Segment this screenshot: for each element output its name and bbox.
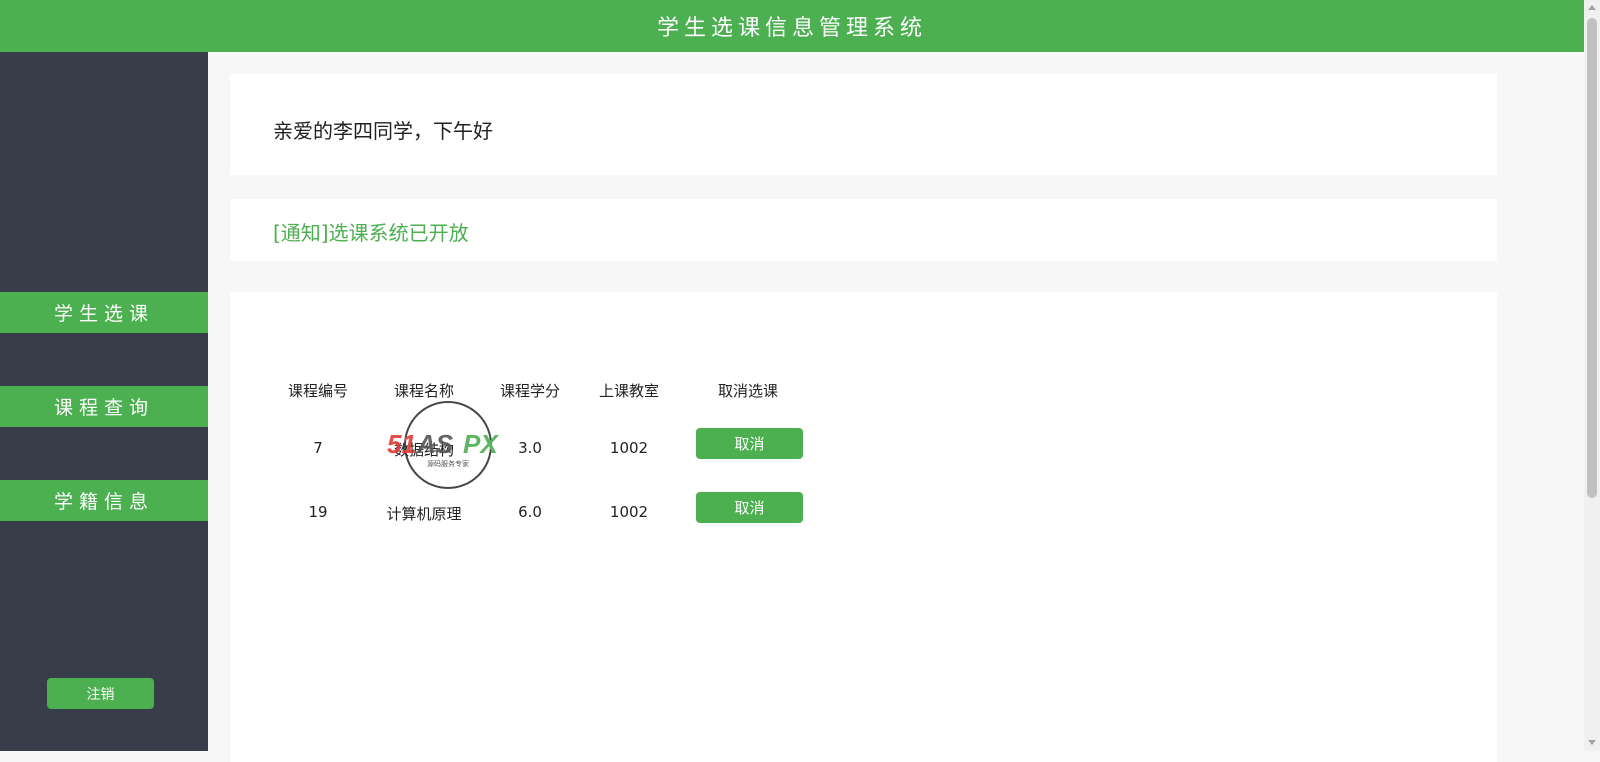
sidebar-item-student-status[interactable]: 学籍信息 [0,480,208,521]
svg-text:PX: PX [463,429,499,459]
column-header-course-id: 课程编号 [287,382,348,400]
notice-card: [通知]选课系统已开放 [230,199,1497,261]
svg-text:AS: AS [416,429,454,459]
cancel-course-button[interactable]: 取消 [696,492,803,523]
sidebar-item-course-query[interactable]: 课程查询 [0,386,208,427]
cell-classroom: 1002 [609,503,649,521]
course-table-card: 课程编号 课程名称 课程学分 上课教室 取消选课 7 数据结构 3.0 1002… [230,292,1497,762]
app-header: 学生选课信息管理系统 [0,0,1584,52]
cell-course-name: 计算机原理 [386,505,462,523]
main-content: 亲爱的李四同学，下午好 [通知]选课系统已开放 课程编号 课程名称 课程学分 上… [208,52,1584,762]
cell-credit: 6.0 [518,503,542,521]
vertical-scrollbar[interactable] [1584,0,1600,751]
scroll-thumb[interactable] [1587,18,1597,498]
greeting-card: 亲爱的李四同学，下午好 [230,74,1497,175]
column-header-course-name: 课程名称 [393,382,454,400]
cell-course-id: 19 [308,503,328,521]
logout-button[interactable]: 注销 [47,678,154,709]
sidebar-item-label: 学生选课 [53,303,154,325]
column-header-classroom: 上课教室 [598,382,659,400]
watermark-logo: 51 AS PX 源码服务专家 [387,401,499,489]
scroll-up-icon[interactable] [1588,5,1596,10]
svg-text:51: 51 [387,429,416,459]
sidebar: 学生选课 课程查询 学籍信息 注销 [0,52,208,751]
notice-link[interactable]: [通知]选课系统已开放 [273,217,469,246]
sidebar-item-label: 学籍信息 [53,491,154,513]
sidebar-item-course-selection[interactable]: 学生选课 [0,292,208,333]
cell-classroom: 1002 [609,439,649,457]
column-header-credit: 课程学分 [499,382,560,400]
scroll-down-icon[interactable] [1588,740,1596,745]
greeting-text: 亲爱的李四同学，下午好 [273,119,493,143]
app-title: 学生选课信息管理系统 [656,16,927,41]
cell-course-id: 7 [313,439,323,457]
svg-text:源码服务专家: 源码服务专家 [427,459,469,468]
cancel-course-button[interactable]: 取消 [696,428,803,459]
sidebar-item-label: 课程查询 [53,397,154,419]
column-header-cancel: 取消选课 [717,382,778,400]
